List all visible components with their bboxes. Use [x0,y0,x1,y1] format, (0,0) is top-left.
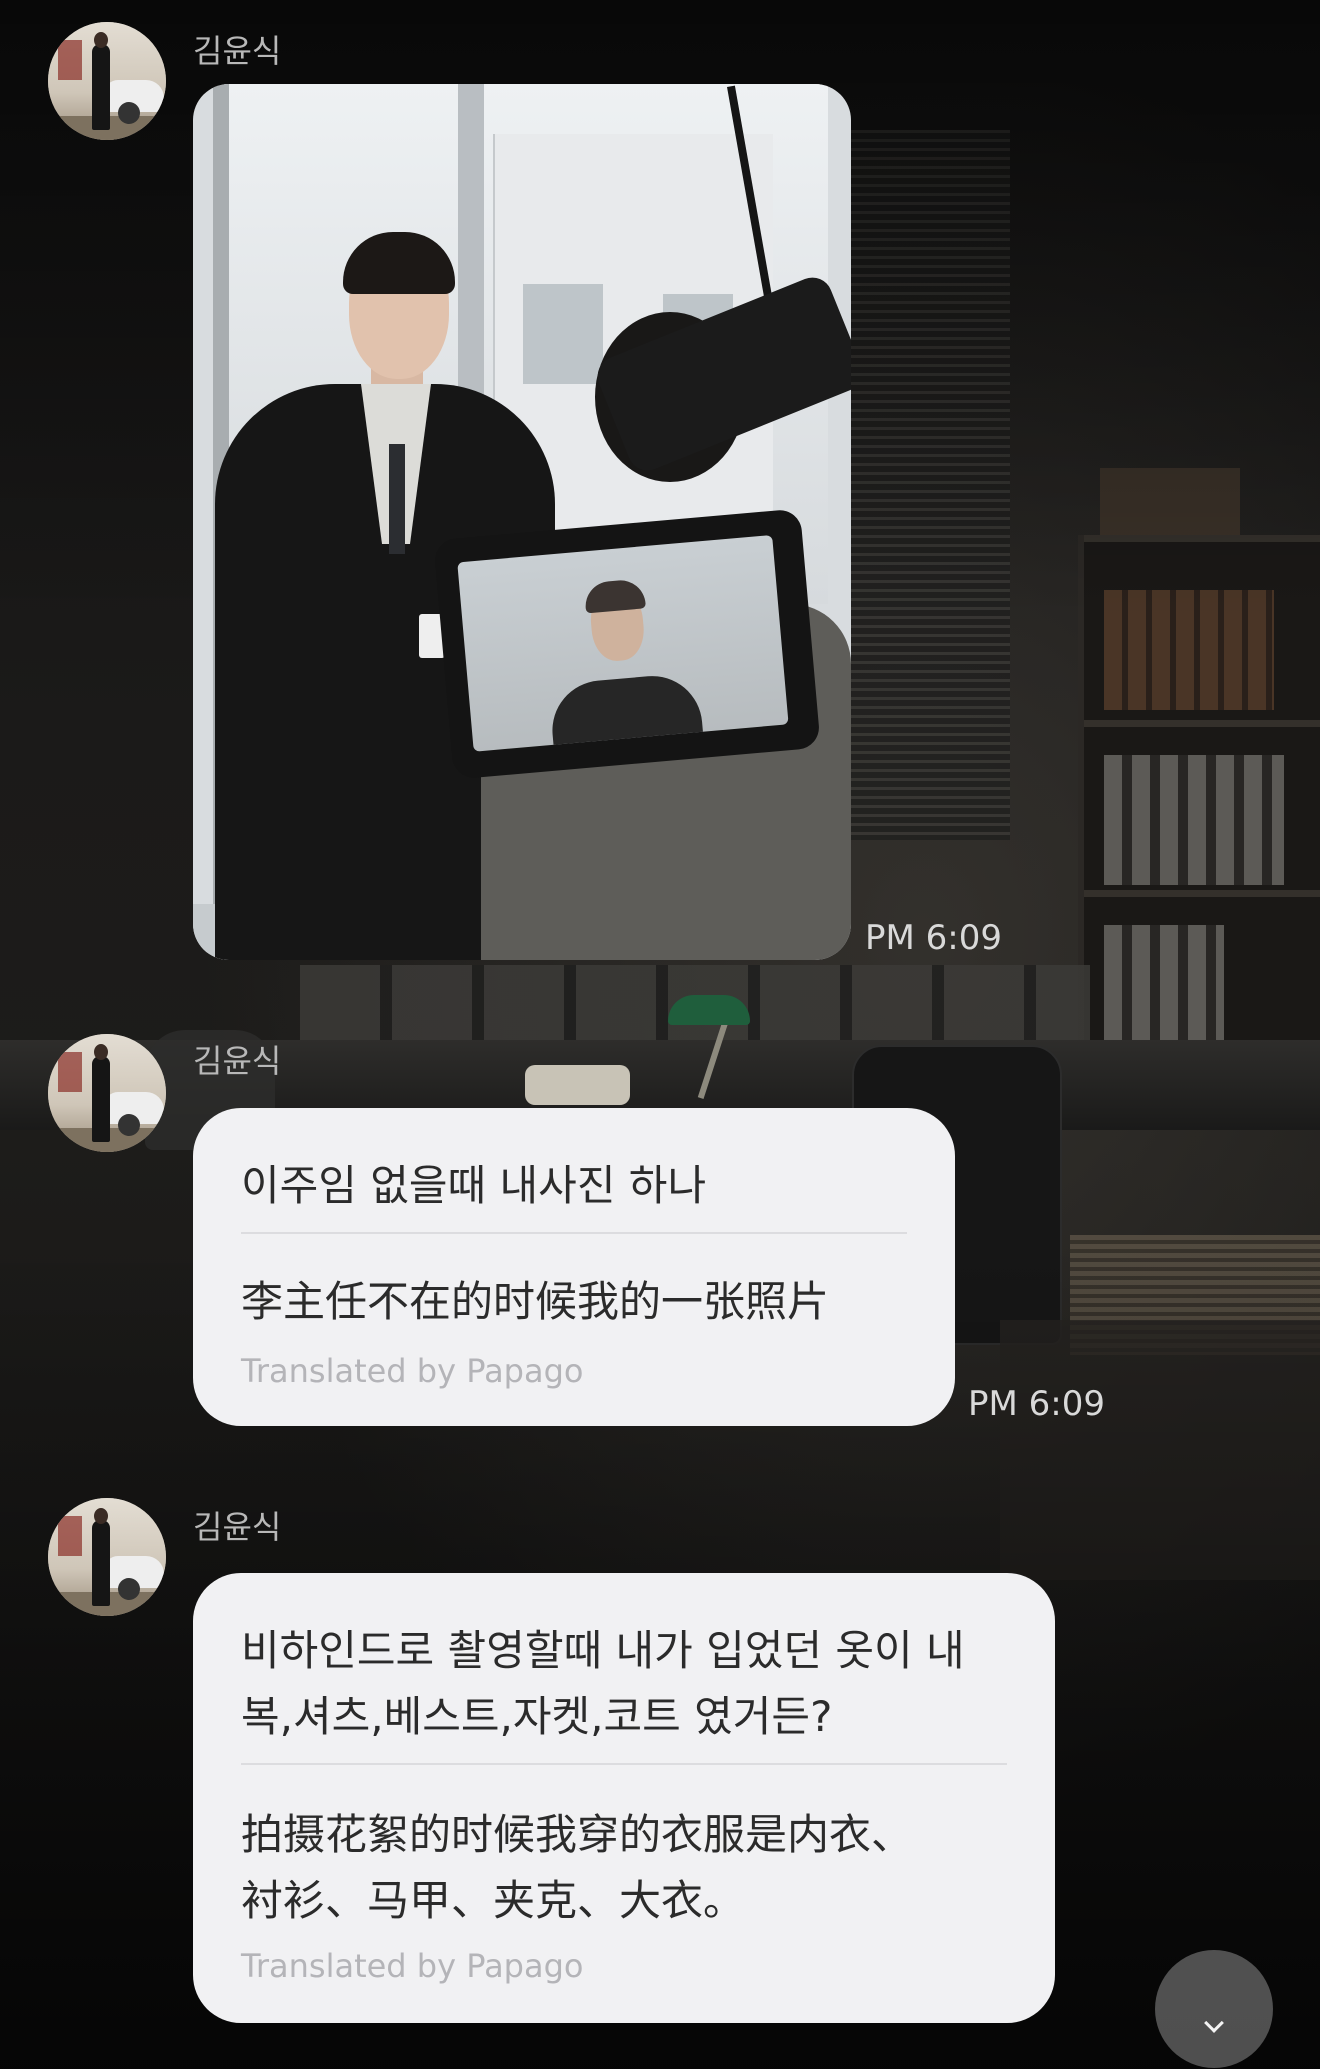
sender-avatar[interactable] [48,1034,166,1152]
translation-divider [241,1232,907,1234]
message-time: PM 6:09 [968,1384,1105,1424]
original-text: 비하인드로 촬영할때 내가 입었던 옷이 내 [241,1626,965,1675]
original-text: 이주임 없을때 내사진 하나 [241,1161,707,1210]
sender-name: 김윤식 [193,32,282,70]
translation-credit: Translated by Papago [241,1947,584,1985]
translated-text: 衬衫、马甲、夹克、大衣。 [241,1876,746,1925]
message-bubble[interactable]: 이주임 없을때 내사진 하나 李主任不在的时候我的一张照片 Translated… [193,1108,955,1426]
original-text: 복,셔츠,베스트,자켓,코트 였거든? [241,1692,833,1741]
sender-avatar[interactable] [48,22,166,140]
translation-credit: Translated by Papago [241,1352,584,1390]
chevron-down-icon [1204,2013,1224,2033]
message-time: PM 6:09 [865,918,1002,958]
sender-name: 김윤식 [193,1042,282,1080]
scroll-to-bottom-button[interactable] [1155,1950,1273,2068]
camera-monitor [433,508,821,780]
translated-text: 拍摄花絮的时候我穿的衣服是内衣、 [241,1810,914,1859]
photo-message[interactable] [193,84,851,960]
sender-avatar[interactable] [48,1498,166,1616]
translation-divider [241,1763,1007,1765]
sender-name: 김윤식 [193,1508,282,1546]
message-bubble[interactable]: 비하인드로 촬영할때 내가 입었던 옷이 내 복,셔츠,베스트,자켓,코트 였거… [193,1573,1055,2023]
translated-text: 李主任不在的时候我的一张照片 [241,1277,830,1326]
